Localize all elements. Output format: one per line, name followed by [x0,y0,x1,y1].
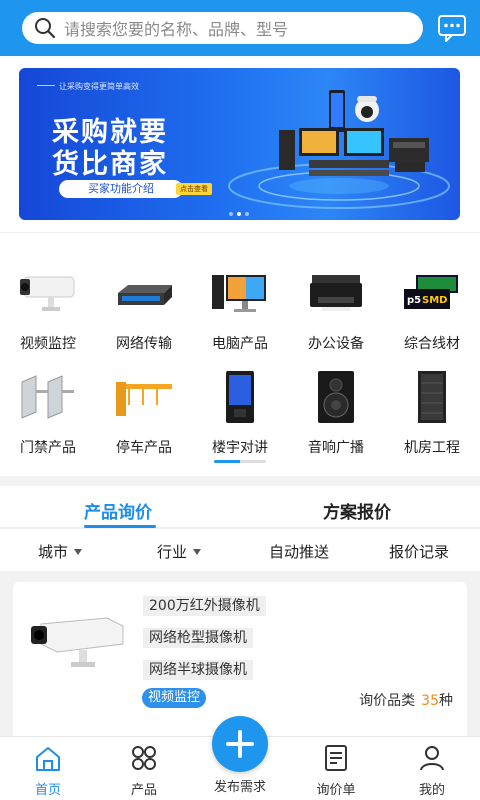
tab-product-inquiry[interactable]: 产品询价 [84,498,152,523]
home-icon [33,743,63,773]
filter-quote-history[interactable]: 报价记录 [389,541,449,562]
nav-home-label: 首页 [34,783,61,798]
speaker-icon [306,371,366,423]
banner-view-button[interactable]: 点击查看 [176,183,212,195]
category-network-transmission[interactable]: 网络传输 [96,249,192,354]
product-image [27,604,137,674]
category-pager [214,460,266,463]
grid-icon [129,743,159,773]
category-server-room[interactable]: 机房工程 [384,353,480,458]
tab-active-indicator [84,525,156,528]
server-rack-icon [402,371,462,423]
category-building-intercom[interactable]: 楼宇对讲 [192,353,288,458]
printer-icon [306,267,366,319]
filter-auto-push[interactable]: 自动推送 [269,541,329,562]
category-label: 视频监控 [20,336,76,352]
filter-quote-history-label: 报价记录 [389,543,450,561]
filter-industry-label: 行业 [157,543,188,561]
category-tag: 视频监控 [142,688,207,708]
category-label: 网络传输 [116,336,172,352]
meta-label: 询价品类 [359,693,416,709]
category-audio-broadcast[interactable]: 音响广播 [288,353,384,458]
category-parking[interactable]: 停车产品 [96,353,192,458]
inquiry-item: 网络半球摄像机 [143,660,253,680]
category-video-surveillance[interactable]: 视频监控 [0,249,96,354]
banner-dot-active [237,212,241,216]
banner-dot [245,212,249,216]
svg-text:p5: p5 [407,295,421,306]
search-bar[interactable]: 请搜索您要的名称、品牌、型号 [22,12,423,44]
category-label: 音响广播 [308,440,364,456]
banner-dot [229,212,233,216]
parking-barrier-icon [114,371,174,423]
computer-icon [210,267,270,319]
banner-pagination [229,212,249,216]
inquiry-category-count: 询价品类 35种 [359,690,453,710]
publish-request-button[interactable] [212,716,268,772]
turnstile-icon [18,371,78,423]
nav-mine-label: 我的 [418,783,445,798]
promo-banner[interactable]: 让采购变得更简单高效 采购就要 货比商家 买家功能介绍 点击查看 [19,68,460,220]
filter-city[interactable]: 城市 [38,541,83,562]
filter-bar: 城市 行业 自动推送 报价记录 [0,529,480,571]
search-placeholder: 请搜索您要的名称、品牌、型号 [64,20,289,39]
nav-products[interactable]: 产品 [104,743,184,799]
svg-text:SMD: SMD [422,295,447,306]
top-bar: 请搜索您要的名称、品牌、型号 [0,0,480,56]
category-label: 综合线材 [404,336,460,352]
camera-icon [18,267,78,319]
nav-products-label: 产品 [130,783,157,798]
inquiry-item: 200万红外摄像机 [143,596,266,616]
banner-section: 让采购变得更简单高效 采购就要 货比商家 买家功能介绍 点击查看 [0,56,480,232]
category-cabling[interactable]: p5 SMD 综合线材 [384,249,480,354]
filter-city-label: 城市 [38,543,69,561]
inquiry-item: 网络枪型摄像机 [143,628,253,648]
category-label: 楼宇对讲 [212,440,268,456]
meta-unit: 种 [439,693,453,709]
nav-inquiry-list[interactable]: 询价单 [296,743,376,799]
message-icon[interactable] [437,13,467,43]
category-computer-products[interactable]: 电脑产品 [192,249,288,354]
category-label: 停车产品 [116,440,172,456]
nav-mine[interactable]: 我的 [392,743,472,799]
nav-home[interactable]: 首页 [8,743,88,799]
led-display-icon: p5 SMD [402,267,462,319]
network-switch-icon [114,267,174,319]
tab-solution-quote[interactable]: 方案报价 [323,498,391,523]
banner-product-illustration [228,90,450,209]
category-access-control[interactable]: 门禁产品 [0,353,96,458]
banner-intro-button[interactable]: 买家功能介绍 [59,180,183,198]
list-doc-icon [321,743,351,773]
caret-down-icon [74,548,83,555]
tagline-divider [37,85,55,86]
category-label: 电脑产品 [212,336,268,352]
banner-tagline: 让采购变得更简单高效 [59,82,139,91]
category-label: 办公设备 [308,336,364,352]
meta-count: 35 [421,693,439,709]
filter-auto-push-label: 自动推送 [269,543,330,561]
category-grid: 视频监控 网络传输 电脑产品 办公设备 p5 SMD 综合线材 门禁产品 停车产… [0,233,480,476]
search-icon [34,17,56,39]
category-office-equipment[interactable]: 办公设备 [288,249,384,354]
caret-down-icon [193,548,202,555]
nav-publish-label: 发布需求 [213,780,266,795]
nav-inquiry-list-label: 询价单 [316,783,356,798]
intercom-icon [210,371,270,423]
banner-title-line2: 货比商家 [52,149,168,180]
inquiry-tabs: 产品询价 方案报价 [0,486,480,528]
user-icon [417,743,447,773]
category-label: 机房工程 [404,440,460,456]
category-pager-fill [214,460,240,463]
plus-icon [226,730,254,758]
filter-industry[interactable]: 行业 [157,541,202,562]
category-label: 门禁产品 [20,440,76,456]
